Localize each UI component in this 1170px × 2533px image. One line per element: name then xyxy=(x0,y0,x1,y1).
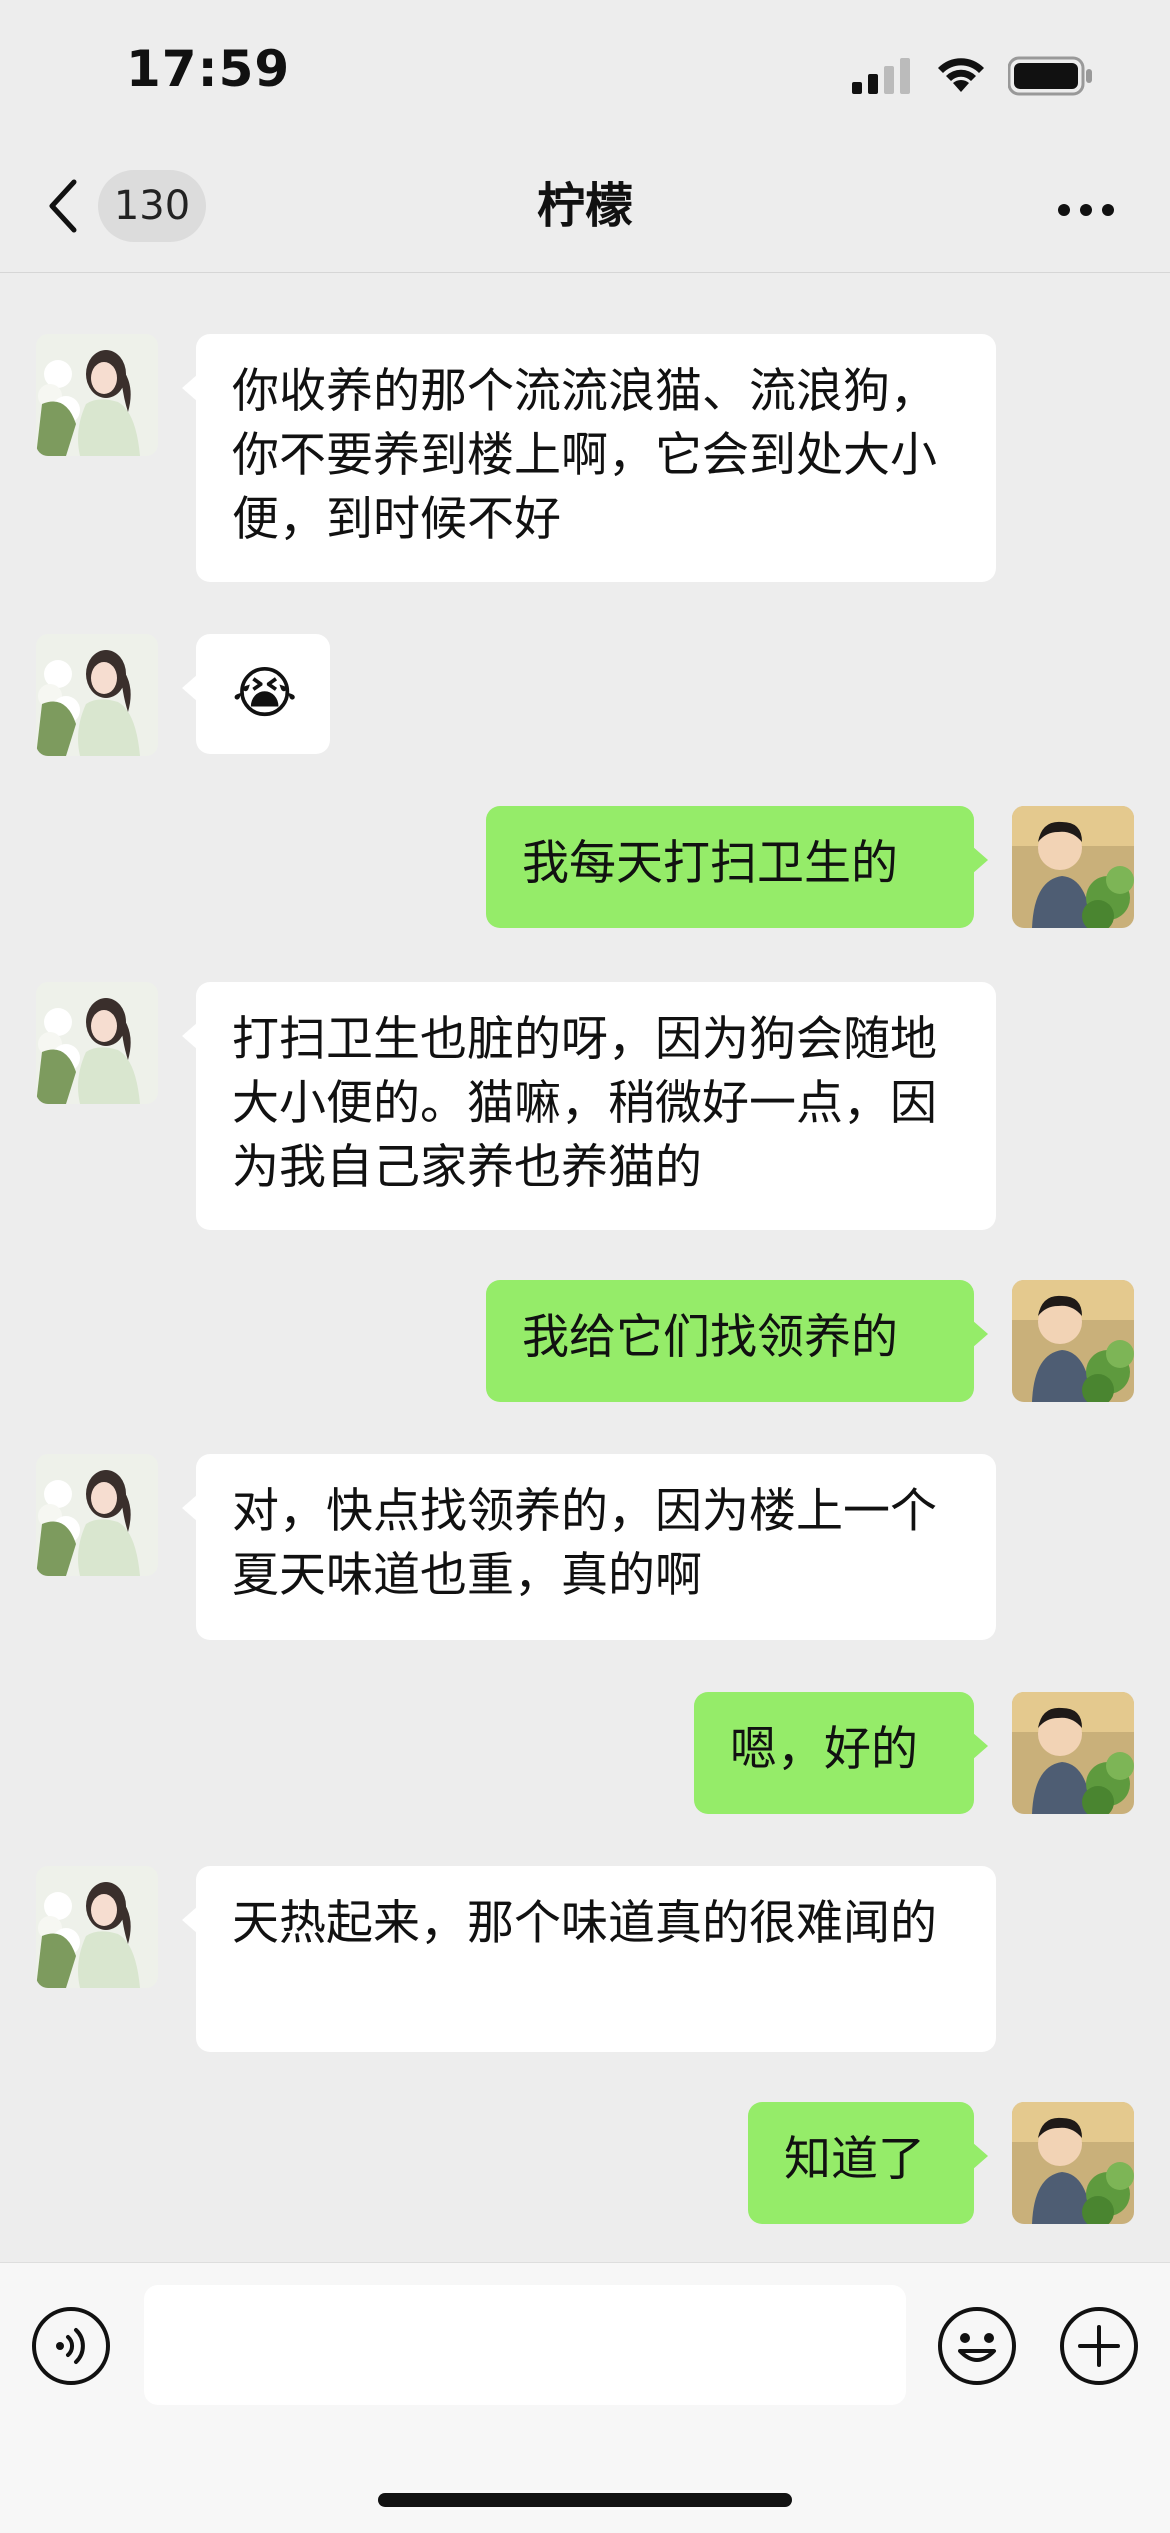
incoming-message-bubble[interactable]: 打扫卫生也脏的呀，因为狗会随地大小便的。猫嘛，稍微好一点，因为我自己家养也养猫的 xyxy=(182,982,996,1230)
contact-avatar[interactable] xyxy=(36,334,158,456)
contact-avatar[interactable] xyxy=(36,1454,158,1576)
plus-icon[interactable] xyxy=(1058,2305,1140,2387)
outgoing-message-bubble[interactable]: 我给它们找领养的 xyxy=(486,1280,988,1402)
incoming-emoji-bubble[interactable]: 😭 xyxy=(182,634,330,754)
incoming-message-bubble[interactable]: 你收养的那个流流浪猫、流浪狗，你不要养到楼上啊，它会到处大小便，到时候不好 xyxy=(182,334,996,582)
contact-avatar[interactable] xyxy=(36,634,158,756)
my-avatar[interactable] xyxy=(1012,1280,1134,1402)
home-indicator[interactable] xyxy=(378,2493,792,2507)
battery-icon xyxy=(1008,56,1092,96)
wifi-icon xyxy=(938,58,984,92)
status-bar: 17:59 xyxy=(0,0,1170,150)
incoming-message-bubble[interactable]: 对，快点找领养的，因为楼上一个夏天味道也重，真的啊 xyxy=(182,1454,996,1640)
status-time: 17:59 xyxy=(126,40,291,98)
chat-header: 130 柠檬 xyxy=(0,150,1170,273)
voice-icon[interactable] xyxy=(30,2305,112,2387)
contact-avatar[interactable] xyxy=(36,982,158,1104)
chat-input-bar xyxy=(0,2262,1170,2533)
incoming-message-bubble[interactable]: 天热起来，那个味道真的很难闻的 xyxy=(182,1866,996,2052)
my-avatar[interactable] xyxy=(1012,1692,1134,1814)
outgoing-message-bubble[interactable]: 我每天打扫卫生的 xyxy=(486,806,988,928)
cellular-signal-icon xyxy=(852,58,910,94)
emoji-icon[interactable] xyxy=(936,2305,1018,2387)
more-dots-icon[interactable] xyxy=(1056,202,1116,218)
contact-avatar[interactable] xyxy=(36,1866,158,1988)
message-input[interactable] xyxy=(144,2285,906,2405)
outgoing-message-bubble[interactable]: 知道了 xyxy=(748,2102,988,2224)
my-avatar[interactable] xyxy=(1012,2102,1134,2224)
my-avatar[interactable] xyxy=(1012,806,1134,928)
outgoing-message-bubble[interactable]: 嗯，好的 xyxy=(694,1692,988,1814)
chat-title: 柠檬 xyxy=(536,178,633,234)
